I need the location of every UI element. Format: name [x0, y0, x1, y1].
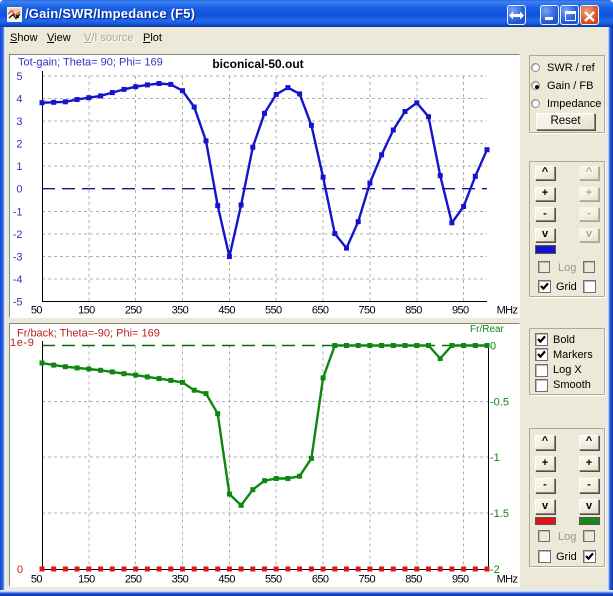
svg-text:-3: -3	[13, 251, 23, 263]
svg-text:950: 950	[452, 574, 469, 586]
svg-text:-1.5: -1.5	[490, 508, 509, 520]
svg-text:50: 50	[31, 305, 43, 317]
svg-text:0: 0	[17, 564, 23, 576]
svg-text:-5: -5	[13, 297, 23, 309]
svg-text:3: 3	[16, 116, 22, 128]
svg-text:750: 750	[359, 574, 376, 586]
svg-text:0: 0	[490, 341, 496, 353]
svg-text:1: 1	[16, 161, 22, 173]
svg-text:450: 450	[218, 574, 235, 586]
svg-text:950: 950	[452, 305, 469, 317]
svg-text:-1: -1	[13, 206, 23, 218]
svg-text:650: 650	[312, 574, 329, 586]
svg-text:0: 0	[16, 184, 22, 196]
svg-text:-4: -4	[13, 274, 23, 286]
svg-text:150: 150	[78, 574, 95, 586]
svg-text:MHz: MHz	[497, 305, 518, 317]
svg-text:650: 650	[312, 305, 329, 317]
svg-text:-0.5: -0.5	[490, 396, 509, 408]
svg-text:50: 50	[31, 574, 43, 586]
svg-text:5: 5	[16, 71, 22, 83]
svg-text:-1: -1	[490, 452, 500, 464]
svg-text:850: 850	[405, 305, 422, 317]
svg-text:MHz: MHz	[497, 574, 518, 586]
svg-text:350: 350	[172, 305, 189, 317]
svg-text:biconical-50.out: biconical-50.out	[212, 57, 303, 71]
svg-text:350: 350	[172, 574, 189, 586]
svg-text:Fr/Rear: Fr/Rear	[470, 324, 505, 335]
svg-text:450: 450	[218, 305, 235, 317]
svg-text:Tot-gain; Theta= 90; Phi= 169: Tot-gain; Theta= 90; Phi= 169	[18, 57, 163, 69]
svg-text:2: 2	[16, 139, 22, 151]
svg-text:150: 150	[78, 305, 95, 317]
svg-text:550: 550	[265, 574, 282, 586]
svg-text:550: 550	[265, 305, 282, 317]
svg-text:850: 850	[405, 574, 422, 586]
svg-text:1e-9: 1e-9	[10, 337, 34, 349]
svg-text:750: 750	[359, 305, 376, 317]
svg-text:-2: -2	[13, 229, 23, 241]
svg-text:250: 250	[125, 305, 142, 317]
svg-text:4: 4	[16, 93, 22, 105]
svg-text:250: 250	[125, 574, 142, 586]
svg-text:Fr/back; Theta=-90; Phi= 169: Fr/back; Theta=-90; Phi= 169	[17, 328, 160, 340]
